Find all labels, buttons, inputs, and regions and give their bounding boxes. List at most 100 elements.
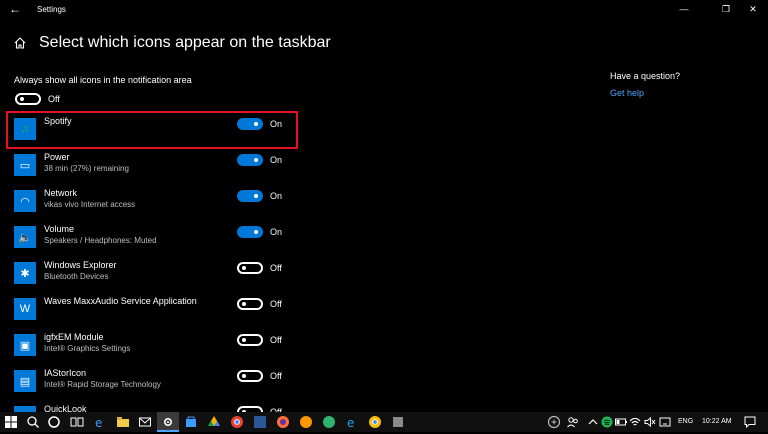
row-subtitle: Intel® Rapid Storage Technology [44,380,161,389]
row-subtitle: vikas vivo Internet access [44,200,136,209]
store-icon[interactable] [184,415,198,429]
list-item-power: ▭ Power 38 min (27%) remaining On [10,150,295,182]
row-state: Off [270,335,282,345]
svg-text:e: e [95,416,102,429]
app-icon-gray[interactable] [391,415,405,429]
row-subtitle: Speakers / Headphones: Muted [44,236,157,245]
wifi-tray-icon[interactable] [628,415,642,429]
firefox-icon[interactable] [276,415,290,429]
toggle-knob [254,158,258,162]
search-icon[interactable] [26,415,40,429]
row-name: Spotify [44,116,72,126]
volume-muted-tray-icon[interactable] [643,415,657,429]
home-icon[interactable] [13,36,27,50]
mail-icon[interactable] [138,415,152,429]
toggle-knob [242,266,246,270]
spotify-tray-icon[interactable] [600,415,614,429]
toggle-knob [254,122,258,126]
toggle-knob [242,302,246,306]
svg-text:e: e [347,416,354,429]
action-center-icon[interactable] [743,415,757,429]
iastoricon-toggle[interactable] [237,370,263,382]
title-bar: ← Settings — ❐ ✕ [0,0,768,20]
get-help-link[interactable]: Get help [610,88,644,98]
help-heading: Have a question? [610,71,681,81]
power-toggle[interactable] [237,154,263,166]
row-state: Off [270,299,282,309]
windows-explorer-toggle[interactable] [237,262,263,274]
battery-icon: ▭ [14,154,36,176]
ie-icon[interactable]: e [345,415,359,429]
row-name: Network [44,188,78,198]
language-indicator[interactable]: ENG [678,418,693,425]
app-icon-blue-square[interactable] [253,415,267,429]
cortana-icon[interactable] [47,415,61,429]
row-name: Windows Explorer [44,260,117,270]
app-icon-orange[interactable] [299,415,313,429]
toggle-knob [254,230,258,234]
chevron-up-icon[interactable] [586,415,600,429]
row-state: On [270,119,283,129]
always-show-state: Off [48,94,60,104]
row-state: On [270,155,283,165]
always-show-label: Always show all icons in the notificatio… [14,75,192,85]
intel-storage-icon: ▤ [14,370,36,392]
intel-graphics-icon: ▣ [14,334,36,356]
row-state: Off [270,371,282,381]
quicklook-tray-icon[interactable] [547,415,561,429]
list-item-network: ◠ Network vikas vivo Internet access On [10,186,295,218]
row-state: On [270,227,283,237]
list-item-windows-explorer: ✱ Windows Explorer Bluetooth Devices Off [10,258,295,290]
row-name: Power [44,152,70,162]
volume-toggle[interactable] [237,226,263,238]
drive-icon[interactable] [207,415,221,429]
spotify-icon: ♫ [14,118,36,140]
back-arrow-icon[interactable]: ← [9,3,21,15]
speaker-muted-icon: 🔈 [14,226,36,248]
row-name: igfxEM Module [44,332,104,342]
edge-icon[interactable]: e [93,415,107,429]
list-item-igfxem: ▣ igfxEM Module Intel® Graphics Settings… [10,330,295,362]
taskbar: e e ENG 10:22 AM [0,412,768,432]
row-subtitle: Intel® Graphics Settings [44,344,131,353]
close-button[interactable]: ✕ [746,3,760,15]
wifi-icon: ◠ [14,190,36,212]
row-name: Waves MaxxAudio Service Application [44,296,197,306]
bluetooth-icon: ✱ [14,262,36,284]
toggle-knob [254,194,258,198]
row-name: Volume [44,224,75,234]
always-show-toggle[interactable] [15,93,41,105]
windows-start-icon[interactable] [4,415,18,429]
people-icon[interactable] [566,415,580,429]
row-state: Off [270,263,282,273]
app-title: Settings [37,5,66,14]
list-item-volume: 🔈 Volume Speakers / Headphones: Muted On [10,222,295,254]
row-subtitle: Bluetooth Devices [44,272,109,281]
row-state: On [270,191,283,201]
settings-gear-icon[interactable] [161,415,175,429]
file-explorer-icon[interactable] [116,415,130,429]
waves-toggle[interactable] [237,298,263,310]
waves-audio-icon: W [14,298,36,320]
row-subtitle: 38 min (27%) remaining [44,164,129,173]
toggle-knob [20,97,24,101]
network-toggle[interactable] [237,190,263,202]
language-input-icon[interactable] [658,415,672,429]
minimize-button[interactable]: — [677,3,691,15]
clock[interactable]: 10:22 AM [702,418,732,425]
chrome-icon[interactable] [230,415,244,429]
spotify-toggle[interactable] [237,118,263,130]
igfxem-toggle[interactable] [237,334,263,346]
task-view-icon[interactable] [70,415,84,429]
list-item-waves: W Waves MaxxAudio Service Application Of… [10,294,295,326]
toggle-knob [242,338,246,342]
edge-beta-icon[interactable] [322,415,336,429]
list-item-iastoricon: ▤ IAStorIcon Intel® Rapid Storage Techno… [10,366,295,398]
row-name: IAStorIcon [44,368,87,378]
chrome-canary-icon[interactable] [368,415,382,429]
maximize-button[interactable]: ❐ [719,3,733,15]
battery-tray-icon[interactable] [614,415,628,429]
list-item-spotify: ♫ Spotify On [10,114,295,146]
page-title: Select which icons appear on the taskbar [39,34,331,51]
toggle-knob [242,374,246,378]
